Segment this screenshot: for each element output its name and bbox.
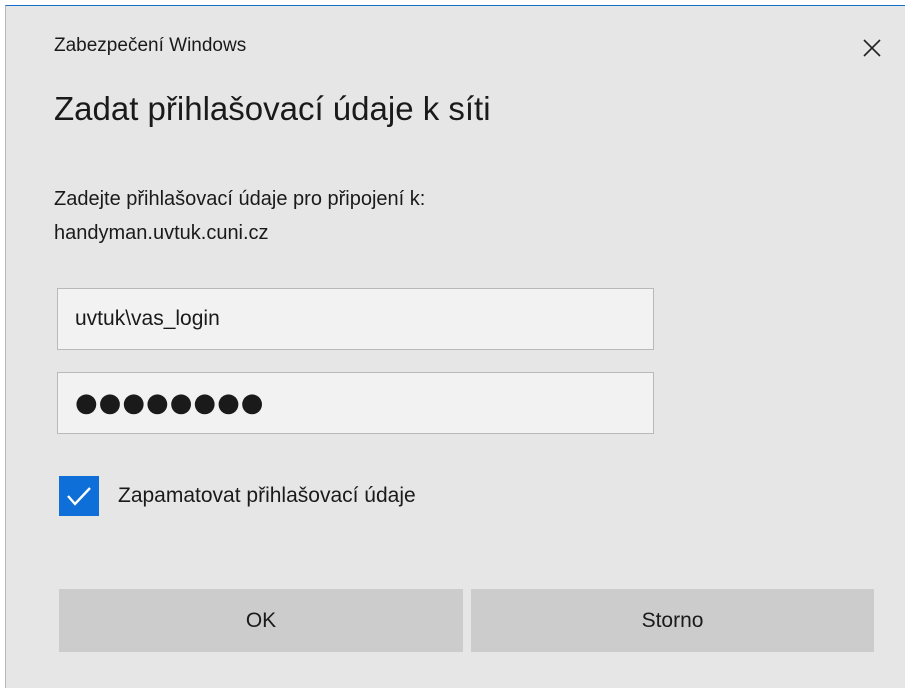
checkbox-box[interactable]	[59, 476, 99, 516]
checkmark-icon	[67, 487, 91, 506]
close-icon	[863, 39, 881, 57]
server-name: handyman.uvtuk.cuni.cz	[54, 222, 269, 244]
cancel-button[interactable]: Storno	[471, 589, 874, 652]
username-input[interactable]	[57, 288, 654, 350]
close-button[interactable]	[852, 28, 892, 68]
prompt-text: Zadejte přihlašovací údaje pro připojení…	[54, 182, 425, 250]
password-mask: ●●●●●●●●	[75, 388, 265, 418]
remember-label: Zapamatovat přihlašovací údaje	[118, 484, 416, 507]
prompt-line-1: Zadejte přihlašovací údaje pro připojení…	[54, 188, 426, 210]
remember-credentials-checkbox[interactable]: Zapamatovat přihlašovací údaje	[59, 476, 416, 516]
ok-button[interactable]: OK	[59, 589, 463, 652]
password-input[interactable]: ●●●●●●●●	[57, 372, 654, 434]
dialog-heading: Zadat přihlašovací údaje k síti	[54, 90, 491, 127]
credentials-dialog: Zabezpečení Windows Zadat přihlašovací ú…	[5, 5, 905, 688]
window-caption: Zabezpečení Windows	[54, 35, 247, 56]
